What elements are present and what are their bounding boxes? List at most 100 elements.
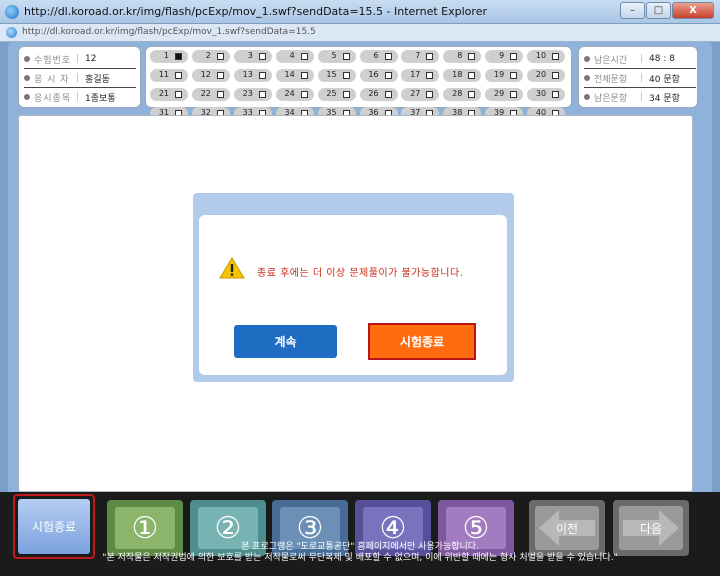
- question-checkbox[interactable]: [468, 91, 476, 98]
- question-number: 27: [410, 89, 421, 98]
- end-exam-confirm-button[interactable]: 시험종료: [368, 323, 476, 360]
- question-checkbox[interactable]: [342, 72, 350, 79]
- question-number: 10: [535, 51, 547, 60]
- question-checkbox[interactable]: [258, 53, 266, 60]
- remaining-time-value: 48 : 8: [649, 54, 675, 64]
- question-checkbox[interactable]: [258, 91, 266, 98]
- question-7-cell[interactable]: 7: [401, 50, 440, 63]
- question-23-cell[interactable]: 23: [233, 88, 272, 101]
- question-checkbox[interactable]: [342, 53, 350, 60]
- address-bar: http://dl.koroad.or.kr/img/flash/pcExp/m…: [0, 24, 720, 42]
- question-number: 5: [331, 51, 337, 60]
- bullet-icon: [24, 94, 30, 100]
- question-number: 13: [242, 70, 253, 79]
- question-checkbox[interactable]: [552, 72, 560, 79]
- warning-icon: [219, 257, 245, 279]
- question-14-cell[interactable]: 14: [275, 69, 314, 82]
- question-checkbox[interactable]: [468, 72, 476, 79]
- bullet-icon: [24, 56, 30, 62]
- question-checkbox[interactable]: [426, 53, 434, 60]
- window-title: http://dl.koroad.or.kr/img/flash/pcExp/m…: [24, 5, 487, 18]
- window-titlebar: http://dl.koroad.or.kr/img/flash/pcExp/m…: [0, 0, 720, 24]
- question-checkbox[interactable]: [216, 91, 224, 98]
- question-checkbox[interactable]: [510, 91, 518, 98]
- question-checkbox[interactable]: [258, 72, 266, 79]
- question-9-cell[interactable]: 9: [485, 50, 524, 63]
- question-20-cell[interactable]: 20: [527, 69, 566, 82]
- question-checkbox[interactable]: [300, 72, 308, 79]
- total-questions-row: 전체문항 | 40 문항: [584, 69, 680, 87]
- question-29-cell[interactable]: 29: [485, 88, 524, 101]
- question-number: 12: [200, 70, 211, 79]
- question-checkbox[interactable]: [175, 72, 182, 79]
- notice-line-1: 본 프로그램은 "도로교통공단" 홈페이지에서만 사용가능합니다.: [241, 542, 479, 552]
- question-22-cell[interactable]: 22: [191, 88, 230, 101]
- question-checkbox[interactable]: [342, 91, 350, 98]
- continue-button[interactable]: 계속: [234, 325, 337, 358]
- question-19-cell[interactable]: 19: [485, 69, 524, 82]
- question-6-cell[interactable]: 6: [359, 50, 398, 63]
- exam-number-value: 12: [85, 54, 97, 64]
- question-number: 30: [535, 89, 547, 98]
- question-17-cell[interactable]: 17: [401, 69, 440, 82]
- question-number: 8: [457, 51, 463, 60]
- question-4-cell[interactable]: 4: [275, 50, 314, 63]
- question-checkbox[interactable]: [384, 72, 392, 79]
- question-10-cell[interactable]: 10: [527, 50, 566, 63]
- question-grid: 1 2 3 4 5 6 7 8 9 10 11 12 13 14 15 16 17 18 19 20 21 22 23 24 2…: [145, 46, 572, 120]
- question-number: 11: [158, 70, 169, 79]
- notice-line-2: "본 저작물은 저작권법에 의한 보호를 받는 저작물로써 무단복제 및 배포할…: [102, 553, 618, 563]
- question-28-cell[interactable]: 28: [443, 88, 482, 101]
- question-checkbox[interactable]: [552, 91, 560, 98]
- examinee-value: 홍길동: [85, 74, 110, 85]
- question-number: 22: [200, 89, 211, 98]
- question-checkbox[interactable]: [468, 53, 476, 60]
- question-checkbox[interactable]: [510, 53, 518, 60]
- close-button[interactable]: X: [672, 2, 714, 19]
- question-checkbox[interactable]: [175, 53, 182, 60]
- question-8-cell[interactable]: 8: [443, 50, 482, 63]
- maximize-button[interactable]: □: [646, 2, 671, 19]
- question-16-cell[interactable]: 16: [359, 69, 398, 82]
- question-11-cell[interactable]: 11: [150, 69, 188, 82]
- question-checkbox[interactable]: [216, 72, 224, 79]
- question-3-cell[interactable]: 3: [233, 50, 272, 63]
- bullet-icon: [584, 75, 590, 81]
- question-15-cell[interactable]: 15: [317, 69, 356, 82]
- question-checkbox[interactable]: [300, 91, 308, 98]
- question-2-cell[interactable]: 2: [191, 50, 230, 63]
- page-icon: [6, 27, 17, 38]
- question-checkbox[interactable]: [216, 53, 224, 60]
- question-26-cell[interactable]: 26: [359, 88, 398, 101]
- question-30-cell[interactable]: 30: [527, 88, 566, 101]
- question-12-cell[interactable]: 12: [191, 69, 230, 82]
- question-number: 28: [452, 89, 463, 98]
- copyright-notice: 본 프로그램은 "도로교통공단" 홈페이지에서만 사용가능합니다. "본 저작물…: [0, 542, 720, 564]
- remaining-time-label: 남은시간: [594, 55, 628, 66]
- question-number: 23: [242, 89, 253, 98]
- question-checkbox[interactable]: [384, 53, 392, 60]
- question-checkbox[interactable]: [384, 91, 392, 98]
- address-url: http://dl.koroad.or.kr/img/flash/pcExp/m…: [22, 27, 316, 37]
- question-13-cell[interactable]: 13: [233, 69, 272, 82]
- question-1-cell[interactable]: 1: [150, 50, 188, 63]
- prev-label: 이전: [555, 521, 579, 536]
- question-25-cell[interactable]: 25: [317, 88, 356, 101]
- question-number: 18: [452, 70, 463, 79]
- question-18-cell[interactable]: 18: [443, 69, 482, 82]
- question-5-cell[interactable]: 5: [317, 50, 356, 63]
- question-checkbox[interactable]: [552, 53, 560, 60]
- question-checkbox[interactable]: [175, 91, 182, 98]
- remaining-questions-label: 남은문항: [594, 93, 628, 104]
- question-checkbox[interactable]: [300, 53, 308, 60]
- confirm-message: 종료 후에는 더 이상 문제풀이가 불가능합니다.: [257, 268, 464, 279]
- question-checkbox[interactable]: [426, 72, 434, 79]
- question-24-cell[interactable]: 24: [275, 88, 314, 101]
- question-checkbox[interactable]: [426, 91, 434, 98]
- question-27-cell[interactable]: 27: [401, 88, 440, 101]
- question-checkbox[interactable]: [510, 72, 518, 79]
- exam-number-row: 수험번호 | 12: [24, 50, 97, 68]
- minimize-button[interactable]: –: [620, 2, 645, 19]
- question-21-cell[interactable]: 21: [150, 88, 188, 101]
- bullet-icon: [584, 94, 590, 100]
